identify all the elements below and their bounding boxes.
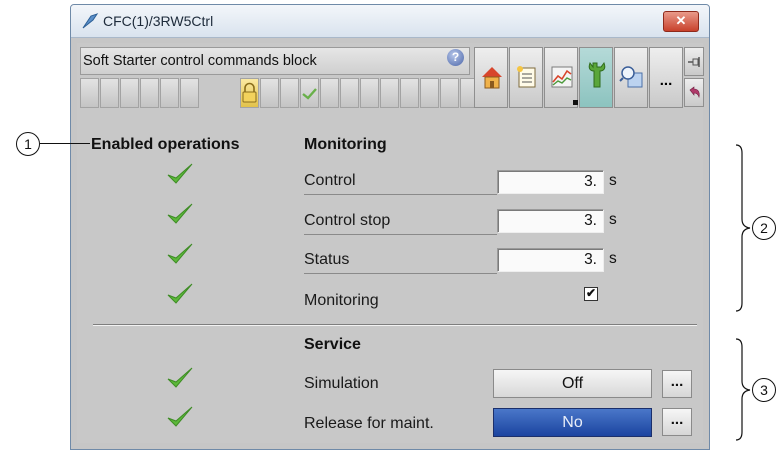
status-unit: s bbox=[609, 250, 617, 267]
enabled-check-simulation bbox=[167, 367, 193, 388]
trend-icon bbox=[551, 66, 573, 88]
status-display-1 bbox=[80, 78, 99, 108]
more-views-button[interactable]: ... bbox=[649, 47, 683, 108]
home-icon bbox=[482, 67, 502, 89]
status-display-6 bbox=[180, 78, 199, 108]
status-time-input[interactable]: 3. bbox=[497, 248, 604, 272]
monitoring-label: Monitoring bbox=[304, 292, 379, 309]
service-header: Service bbox=[304, 336, 361, 353]
status-display-12 bbox=[360, 78, 379, 108]
nav-trend-button[interactable] bbox=[544, 47, 578, 108]
status-display-7 bbox=[260, 78, 279, 108]
control-unit: s bbox=[609, 172, 617, 189]
release-maintenance-button[interactable]: No bbox=[493, 408, 652, 437]
undo-icon bbox=[689, 86, 700, 99]
status-display-4 bbox=[140, 78, 159, 108]
control-stop-unit: s bbox=[609, 211, 617, 228]
block-name: Soft Starter control commands block bbox=[83, 53, 317, 69]
control-underline bbox=[304, 194, 497, 195]
status-underline bbox=[304, 273, 497, 274]
control-stop-underline bbox=[304, 234, 497, 235]
close-button[interactable]: ✕ bbox=[663, 11, 699, 32]
enabled-check-control-stop bbox=[167, 203, 193, 224]
status-display-8 bbox=[280, 78, 299, 108]
faceplate-window: CFC(1)/3RW5Ctrl ✕ Soft Starter control c… bbox=[70, 4, 710, 450]
control-stop-label: Control stop bbox=[304, 212, 391, 229]
status-display-10 bbox=[320, 78, 339, 108]
status-label: Status bbox=[304, 251, 350, 268]
checkmark-icon bbox=[302, 88, 317, 100]
section-divider-highlight bbox=[93, 325, 697, 326]
wrench-icon bbox=[588, 61, 606, 88]
lock-status bbox=[240, 78, 259, 108]
callout-1: 1 bbox=[16, 132, 40, 156]
callout-3-bracket bbox=[735, 338, 751, 441]
report-icon bbox=[517, 66, 536, 88]
selected-indicator bbox=[573, 100, 578, 105]
nav-service-button[interactable] bbox=[579, 47, 613, 108]
nav-report-button[interactable] bbox=[509, 47, 543, 108]
enabled-check-status bbox=[167, 243, 193, 264]
window-title: CFC(1)/3RW5Ctrl bbox=[103, 13, 214, 29]
help-icon[interactable]: ? bbox=[447, 49, 464, 66]
enabled-check-monitoring bbox=[167, 283, 193, 304]
simulation-button[interactable]: Off bbox=[493, 369, 652, 398]
status-display-11 bbox=[340, 78, 359, 108]
block-name-field: Soft Starter control commands block bbox=[80, 47, 470, 75]
monitoring-checkbox[interactable]: ✔ bbox=[584, 287, 598, 301]
pin-icon bbox=[688, 57, 700, 67]
faceplate-icon bbox=[82, 13, 99, 29]
enabled-check-release bbox=[167, 406, 193, 427]
control-label: Control bbox=[304, 172, 356, 189]
nav-zoom-button[interactable] bbox=[614, 47, 648, 108]
enabled-operations-header: Enabled operations bbox=[91, 136, 240, 153]
faceplate-content: Soft Starter control commands block ? ..… bbox=[77, 43, 704, 443]
status-display-14 bbox=[400, 78, 419, 108]
more-label: ... bbox=[659, 72, 673, 89]
status-display-5 bbox=[160, 78, 179, 108]
status-display-16 bbox=[440, 78, 459, 108]
close-icon: ✕ bbox=[675, 13, 687, 28]
status-display-9 bbox=[300, 78, 319, 108]
zoom-icon bbox=[619, 66, 643, 88]
control-time-input[interactable]: 3. bbox=[497, 170, 604, 194]
padlock-icon bbox=[242, 82, 257, 103]
release-more-button[interactable]: ... bbox=[662, 408, 692, 436]
callout-1-line bbox=[40, 143, 90, 144]
title-bar[interactable]: CFC(1)/3RW5Ctrl ✕ bbox=[71, 5, 709, 38]
status-display-13 bbox=[380, 78, 399, 108]
status-display-3 bbox=[120, 78, 139, 108]
status-display-2 bbox=[100, 78, 119, 108]
pin-button[interactable] bbox=[684, 47, 704, 76]
status-display-15 bbox=[420, 78, 439, 108]
monitoring-header: Monitoring bbox=[304, 136, 387, 153]
release-label: Release for maint. bbox=[304, 415, 434, 432]
callout-3: 3 bbox=[752, 378, 776, 402]
undo-button[interactable] bbox=[684, 78, 704, 107]
simulation-more-button[interactable]: ... bbox=[662, 370, 692, 398]
nav-home-button[interactable] bbox=[474, 47, 508, 108]
simulation-label: Simulation bbox=[304, 375, 379, 392]
enabled-check-control bbox=[167, 163, 193, 184]
callout-2: 2 bbox=[752, 216, 776, 240]
control-stop-time-input[interactable]: 3. bbox=[497, 209, 604, 233]
callout-2-bracket bbox=[735, 144, 751, 312]
